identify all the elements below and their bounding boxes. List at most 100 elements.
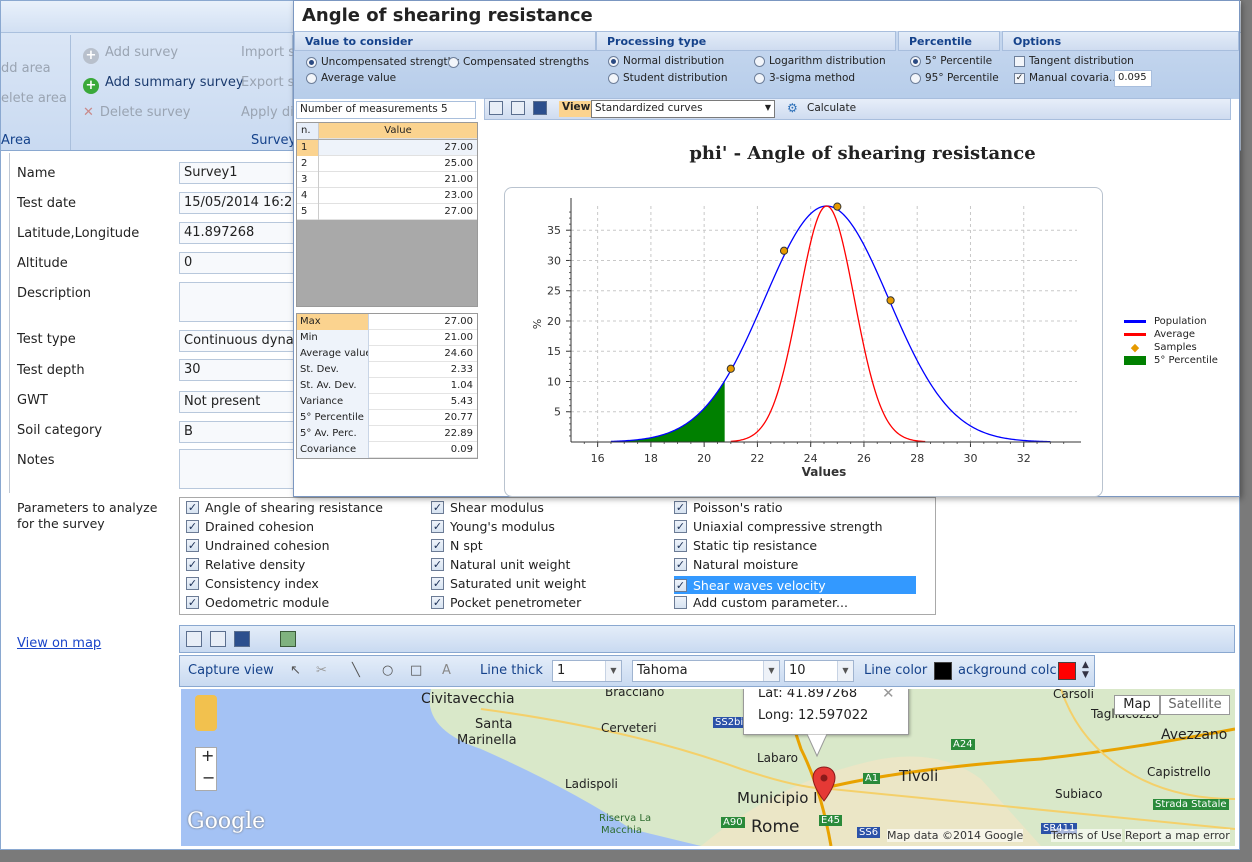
font-size-select[interactable]: 10 ▼ bbox=[784, 660, 854, 682]
popup-latitude: Lat: 41.897268 bbox=[758, 689, 858, 701]
lat-long-field[interactable]: 41.897268 bbox=[179, 222, 309, 244]
table-row[interactable]: 3 21.00 bbox=[297, 172, 477, 188]
parameter-label: Consistency index bbox=[205, 576, 319, 591]
map-place-label: Municipio I bbox=[737, 789, 818, 807]
parameter-checkbox[interactable]: ✓ Uniaxial compressive strength bbox=[674, 519, 883, 534]
percentile-5-radio[interactable]: 5° Percentile bbox=[910, 55, 992, 67]
save-icon[interactable] bbox=[533, 101, 547, 115]
map-type-button[interactable]: Map bbox=[1114, 695, 1160, 715]
parameter-checkbox[interactable]: ✓ Natural unit weight bbox=[431, 557, 570, 572]
parameter-checkbox[interactable]: ✓ Young's modulus bbox=[431, 519, 555, 534]
parameter-checkbox[interactable]: ✓ Angle of shearing resistance bbox=[186, 500, 383, 515]
save-icon[interactable] bbox=[234, 631, 250, 647]
line-thick-select[interactable]: 1 ▼ bbox=[552, 660, 622, 682]
close-icon[interactable]: ✕ bbox=[882, 689, 895, 702]
view-select[interactable]: Standardized curves ▼ bbox=[591, 100, 775, 118]
population-curve bbox=[610, 205, 1051, 443]
text-tool-icon[interactable]: A bbox=[442, 663, 451, 678]
cut-icon[interactable]: ✂ bbox=[316, 663, 327, 678]
terms-link[interactable]: Terms of Use bbox=[1051, 829, 1122, 842]
altitude-field[interactable]: 0 bbox=[179, 252, 309, 274]
parameter-checkbox[interactable]: ✓ Static tip resistance bbox=[674, 538, 817, 553]
line-tool-icon[interactable]: ╲ bbox=[352, 663, 360, 678]
background-color-swatch[interactable] bbox=[1058, 662, 1076, 680]
parameter-checkbox[interactable]: ✓ Relative density bbox=[186, 557, 305, 572]
manual-covariance-checkbox[interactable]: ✓ Manual covaria... bbox=[1014, 72, 1119, 84]
zoom-out-button[interactable]: − bbox=[202, 768, 215, 787]
x-tick-label: 18 bbox=[644, 452, 658, 465]
x-tick-label: 24 bbox=[804, 452, 818, 465]
compensated-radio[interactable]: Compensated strengths bbox=[448, 56, 589, 68]
uncompensated-radio[interactable]: Uncompensated strengths bbox=[306, 56, 460, 68]
test-type-select[interactable]: Continuous dynar bbox=[179, 330, 309, 352]
font-select[interactable]: Tahoma ▼ bbox=[632, 660, 780, 682]
parameter-checkbox[interactable]: Add custom parameter... bbox=[674, 595, 848, 610]
manual-covariance-input[interactable]: 0.095 bbox=[1114, 70, 1152, 87]
parameter-label: Saturated unit weight bbox=[450, 576, 587, 591]
map-marker-icon[interactable] bbox=[811, 765, 837, 805]
delete-area-button[interactable]: elete area bbox=[1, 91, 67, 106]
checkmark-icon: ✓ bbox=[431, 539, 444, 552]
description-field[interactable] bbox=[179, 282, 309, 322]
report-error-link[interactable]: Report a map error bbox=[1125, 829, 1230, 842]
tangent-distribution-checkbox[interactable]: Tangent distribution bbox=[1014, 55, 1134, 67]
map-place-label: Capistrello bbox=[1147, 765, 1211, 779]
copy-icon[interactable] bbox=[511, 101, 525, 115]
zoom-in-button[interactable]: + bbox=[201, 746, 214, 765]
calculate-button[interactable]: Calculate bbox=[807, 102, 856, 114]
preview-icon[interactable] bbox=[489, 101, 503, 115]
student-distribution-radio[interactable]: Student distribution bbox=[608, 72, 728, 84]
add-summary-survey-button[interactable]: + Add summary survey bbox=[83, 75, 244, 94]
table-row[interactable]: 4 23.00 bbox=[297, 188, 477, 204]
delete-survey-button[interactable]: ✕ Delete survey bbox=[83, 105, 191, 120]
name-field[interactable]: Survey1 bbox=[179, 162, 309, 184]
parameter-label: Natural unit weight bbox=[450, 557, 571, 572]
stat-row: St. Av. Dev. 1.04 bbox=[297, 378, 477, 394]
apply-button[interactable]: Apply dis bbox=[241, 105, 300, 120]
capture-view-button[interactable]: Capture view bbox=[188, 663, 274, 678]
test-date-field[interactable]: 15/05/2014 16:22: bbox=[179, 192, 309, 214]
three-sigma-radio[interactable]: 3-sigma method bbox=[754, 72, 855, 84]
notes-field[interactable] bbox=[179, 449, 309, 489]
map-view[interactable]: Civitavecchia Bracciano Santa Marinella … bbox=[181, 689, 1235, 846]
rectangle-tool-icon[interactable]: □ bbox=[410, 663, 422, 678]
parameter-checkbox[interactable]: ✓ Consistency index bbox=[186, 576, 319, 591]
y-axis-label: % bbox=[531, 319, 544, 329]
gwt-select[interactable]: Not present bbox=[179, 391, 309, 413]
toolbar-overflow-icon[interactable]: ▲ ▼ bbox=[1082, 660, 1089, 680]
parameter-checkbox[interactable]: ✓ Drained cohesion bbox=[186, 519, 314, 534]
parameter-checkbox[interactable]: ✓ N spt bbox=[431, 538, 483, 553]
satellite-type-button[interactable]: Satellite bbox=[1160, 695, 1230, 715]
parameter-checkbox[interactable]: ✓ Shear waves velocity bbox=[674, 576, 916, 594]
parameter-checkbox[interactable]: ✓ Pocket penetrometer bbox=[431, 595, 581, 610]
image-icon[interactable] bbox=[280, 631, 296, 647]
parameter-checkbox[interactable]: ✓ Natural moisture bbox=[674, 557, 798, 572]
parameter-checkbox[interactable]: ✓ Oedometric module bbox=[186, 595, 329, 610]
parameter-checkbox[interactable]: ✓ Saturated unit weight bbox=[431, 576, 586, 591]
preview-icon[interactable] bbox=[186, 631, 202, 647]
view-on-map-link[interactable]: View on map bbox=[17, 636, 101, 651]
soil-category-select[interactable]: B bbox=[179, 421, 309, 443]
group-header: Value to consider bbox=[294, 31, 596, 51]
checkmark-icon: ✓ bbox=[431, 577, 444, 590]
test-depth-field[interactable]: 30 bbox=[179, 359, 309, 381]
parameter-checkbox[interactable]: ✓ Shear modulus bbox=[431, 500, 544, 515]
table-row[interactable]: 1 27.00 bbox=[297, 140, 477, 156]
logarithm-distribution-radio[interactable]: Logarithm distribution bbox=[754, 55, 886, 67]
add-area-button[interactable]: dd area bbox=[1, 61, 51, 76]
sample-point bbox=[886, 296, 895, 305]
parameter-checkbox[interactable]: ✓ Undrained cohesion bbox=[186, 538, 330, 553]
pointer-icon[interactable]: ↖ bbox=[290, 663, 301, 678]
table-row[interactable]: 2 25.00 bbox=[297, 156, 477, 172]
ellipse-tool-icon[interactable]: ○ bbox=[382, 663, 393, 678]
parameter-checkbox[interactable]: ✓ Poisson's ratio bbox=[674, 500, 783, 515]
copy-icon[interactable] bbox=[210, 631, 226, 647]
street-view-pegman-icon[interactable] bbox=[195, 695, 217, 731]
table-row[interactable]: 5 27.00 bbox=[297, 204, 477, 220]
percentile-95-radio[interactable]: 95° Percentile bbox=[910, 72, 999, 84]
line-color-swatch[interactable] bbox=[934, 662, 952, 680]
normal-distribution-radio[interactable]: Normal distribution bbox=[608, 55, 724, 67]
stat-row: Variance 5.43 bbox=[297, 394, 477, 410]
average-value-radio[interactable]: Average value bbox=[306, 72, 396, 84]
add-survey-button[interactable]: + Add survey bbox=[83, 45, 178, 64]
